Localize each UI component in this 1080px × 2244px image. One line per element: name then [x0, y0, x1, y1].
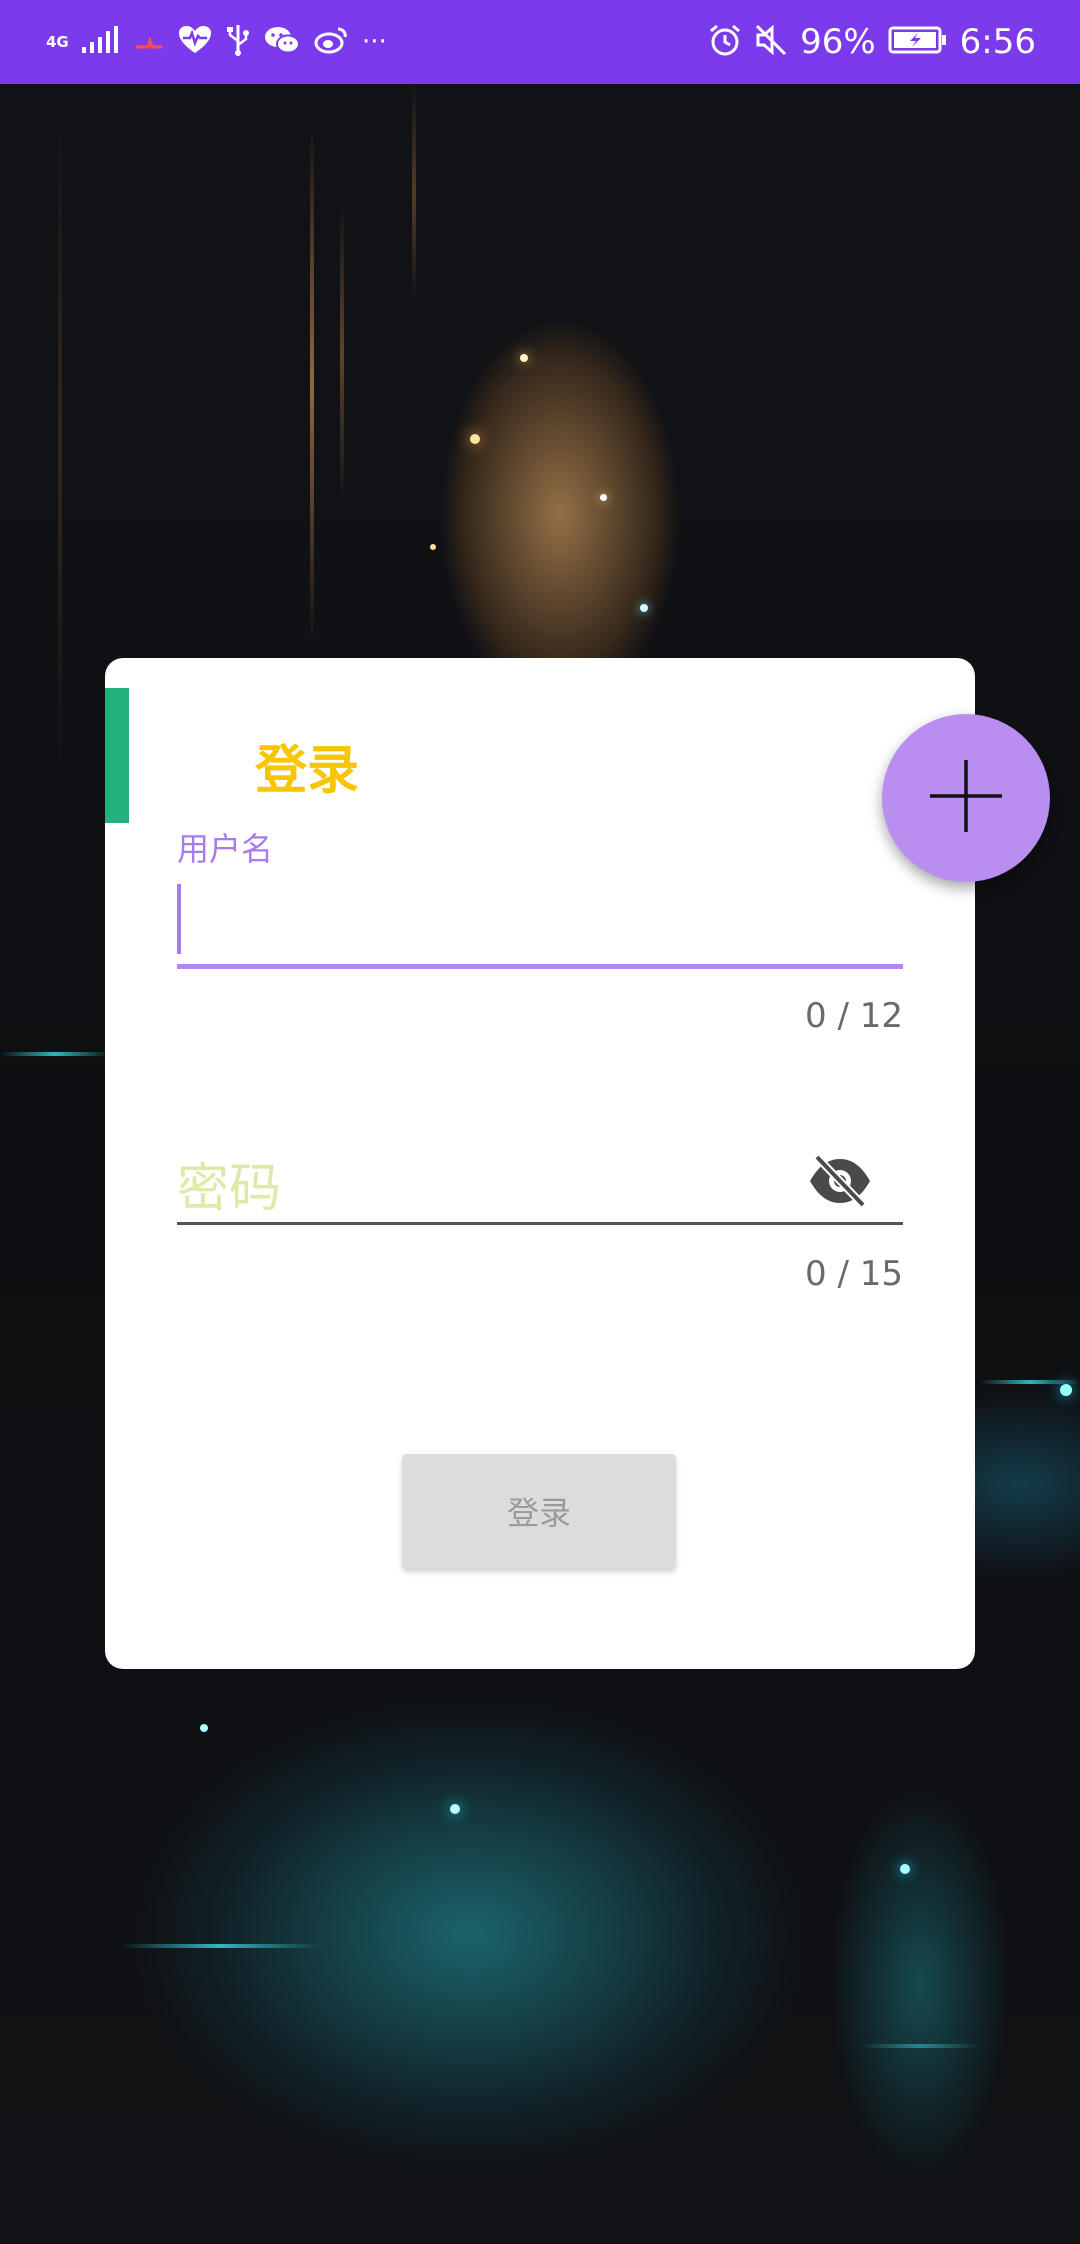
spark — [470, 434, 480, 444]
wechat-icon — [264, 25, 300, 59]
light-streak — [340, 204, 344, 504]
low-signal-icon — [134, 25, 164, 59]
username-underline — [177, 964, 903, 969]
signal-icon — [80, 25, 120, 59]
mute-icon — [754, 23, 788, 61]
login-card: 登录 用户名 0 / 12 密码 0 / 15 登录 — [105, 658, 975, 1669]
usb-icon — [226, 23, 250, 61]
spark — [1060, 1384, 1072, 1396]
light-streak — [310, 124, 314, 644]
plus-icon — [926, 756, 1006, 840]
card-accent-bar — [105, 688, 129, 823]
spark — [640, 604, 648, 612]
cyan-streak — [860, 2044, 980, 2048]
password-underline — [177, 1222, 903, 1225]
spark — [200, 1724, 208, 1732]
password-input[interactable] — [177, 1148, 777, 1218]
battery-charging-icon — [888, 25, 948, 59]
weibo-icon — [314, 25, 348, 59]
light-streak — [412, 84, 416, 304]
battery-percent: 96% — [800, 22, 876, 62]
cyan-streak — [0, 1052, 110, 1056]
cyan-streak — [120, 1944, 320, 1948]
spark — [600, 494, 607, 501]
fab-add-button[interactable] — [882, 714, 1050, 882]
username-counter: 0 / 12 — [805, 996, 903, 1036]
toggle-password-visibility[interactable] — [805, 1148, 875, 1218]
text-cursor — [177, 884, 181, 954]
status-right: 96% 6:56 — [708, 22, 1036, 62]
spark — [900, 1864, 910, 1874]
network-type: 4G — [46, 33, 69, 51]
password-counter: 0 / 15 — [805, 1254, 903, 1294]
login-button[interactable]: 登录 — [402, 1454, 676, 1568]
card-title: 登录 — [255, 741, 360, 801]
spark — [430, 544, 436, 550]
heart-rate-icon — [178, 25, 212, 59]
more-notifications-icon: ··· — [362, 27, 387, 57]
light-streak — [58, 104, 62, 784]
spark — [520, 354, 528, 362]
status-bar: 4G ··· 96% 6:56 — [0, 0, 1080, 84]
username-label: 用户名 — [177, 830, 274, 868]
status-left: 4G ··· — [46, 23, 387, 61]
spark — [450, 1804, 460, 1814]
eye-off-icon — [807, 1153, 873, 1213]
clock-time: 6:56 — [959, 22, 1036, 62]
username-input[interactable] — [177, 878, 903, 930]
alarm-icon — [708, 23, 742, 61]
